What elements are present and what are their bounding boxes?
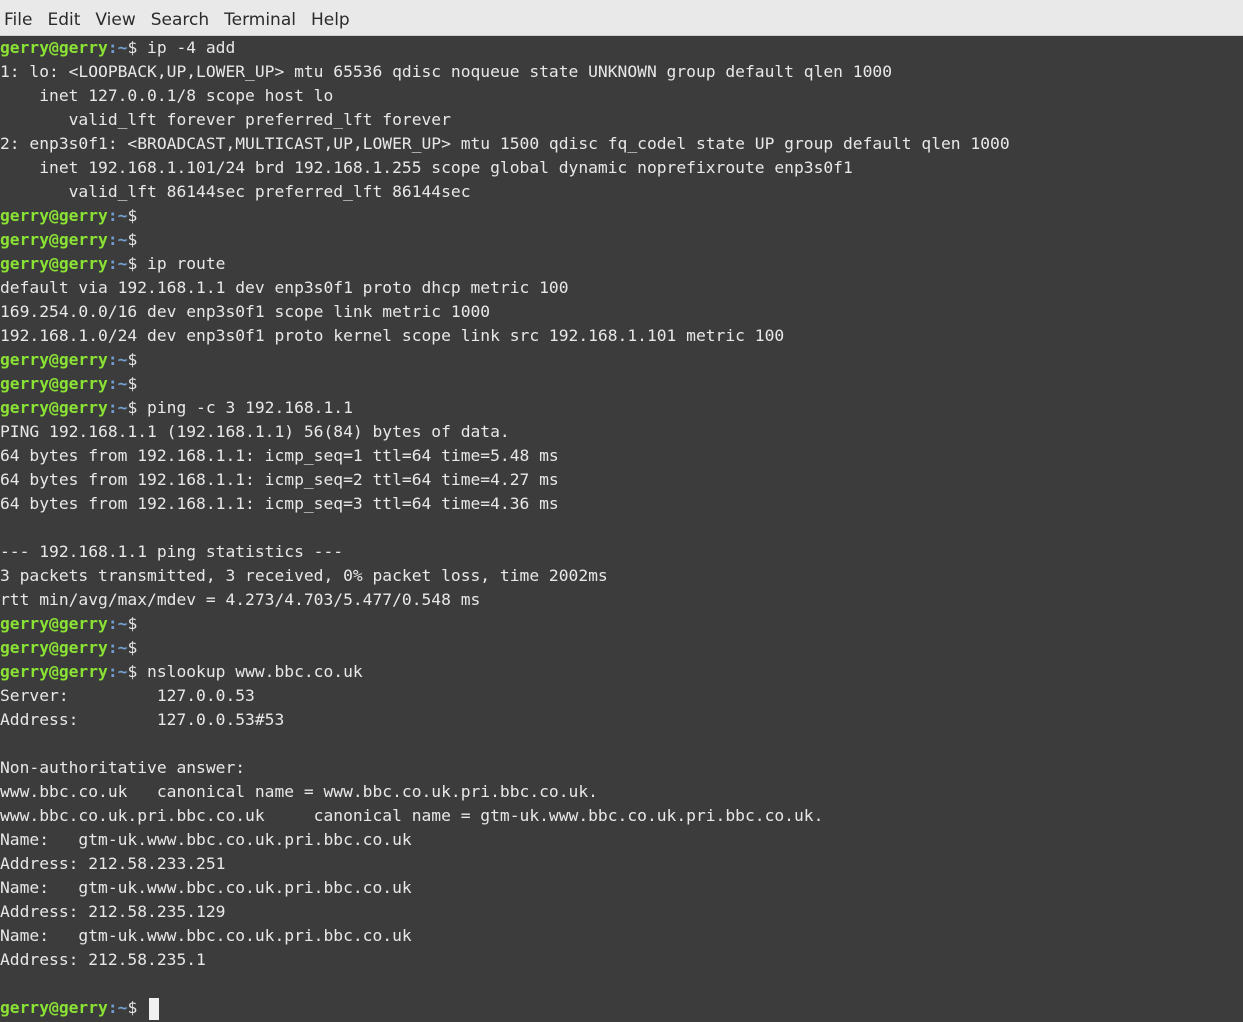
prompt-sign: $: [127, 374, 148, 393]
prompt-line: gerry@gerry:~$: [0, 228, 147, 252]
prompt-path: :~: [107, 614, 128, 633]
prompt-user-host: gerry@gerry: [0, 350, 108, 369]
output-line: www.bbc.co.uk.pri.bbc.co.uk canonical na…: [0, 806, 824, 825]
prompt-path: :~: [107, 350, 128, 369]
prompt-path: :~: [107, 254, 128, 273]
output-line: Address: 212.58.235.1: [0, 950, 206, 969]
output-line: PING 192.168.1.1 (192.168.1.1) 56(84) by…: [0, 422, 510, 441]
prompt-path: :~: [107, 230, 128, 249]
prompt-path: :~: [107, 206, 128, 225]
output-line: 3 packets transmitted, 3 received, 0% pa…: [0, 566, 608, 585]
prompt-user-host: gerry@gerry: [0, 662, 108, 681]
output-line: 169.254.0.0/16 dev enp3s0f1 scope link m…: [0, 302, 491, 321]
output-line: 64 bytes from 192.168.1.1: icmp_seq=3 tt…: [0, 494, 559, 513]
menu-bar: File Edit View Search Terminal Help: [0, 0, 1243, 36]
output-line: 2: enp3s0f1: <BROADCAST,MULTICAST,UP,LOW…: [0, 134, 1010, 153]
prompt-line: gerry@gerry:~$ ip route: [0, 252, 225, 276]
prompt-sign: $: [127, 350, 148, 369]
prompt-user-host: gerry@gerry: [0, 206, 108, 225]
prompt-user-host: gerry@gerry: [0, 998, 108, 1017]
command-text: nslookup www.bbc.co.uk: [147, 662, 363, 681]
output-line: 64 bytes from 192.168.1.1: icmp_seq=1 tt…: [0, 446, 559, 465]
prompt-line: gerry@gerry:~$ nslookup www.bbc.co.uk: [0, 660, 363, 684]
prompt-user-host: gerry@gerry: [0, 638, 108, 657]
prompt-user-host: gerry@gerry: [0, 230, 108, 249]
output-line: --- 192.168.1.1 ping statistics ---: [0, 542, 344, 561]
output-line: rtt min/avg/max/mdev = 4.273/4.703/5.477…: [0, 590, 481, 609]
prompt-line: gerry@gerry:~$: [0, 348, 147, 372]
prompt-path: :~: [107, 638, 128, 657]
output-line: valid_lft forever preferred_lft forever: [0, 110, 451, 129]
output-line: default via 192.168.1.1 dev enp3s0f1 pro…: [0, 278, 569, 297]
output-line: inet 192.168.1.101/24 brd 192.168.1.255 …: [0, 158, 853, 177]
output-line: Server: 127.0.0.53: [0, 686, 255, 705]
command-text: ip route: [147, 254, 226, 273]
output-line: Name: gtm-uk.www.bbc.co.uk.pri.bbc.co.uk: [0, 926, 412, 945]
output-line: Address: 127.0.0.53#53: [0, 710, 285, 729]
menu-search[interactable]: Search: [151, 10, 209, 30]
menu-terminal[interactable]: Terminal: [224, 10, 296, 30]
prompt-sign: $: [127, 230, 148, 249]
prompt-path: :~: [107, 374, 128, 393]
prompt-user-host: gerry@gerry: [0, 374, 108, 393]
prompt-line: gerry@gerry:~$: [0, 636, 147, 660]
output-line: Address: 212.58.235.129: [0, 902, 226, 921]
prompt-user-host: gerry@gerry: [0, 398, 108, 417]
prompt-sign: $: [127, 206, 148, 225]
menu-help[interactable]: Help: [311, 10, 350, 30]
prompt-sign: $: [127, 998, 148, 1017]
prompt-line: gerry@gerry:~$: [0, 996, 160, 1020]
prompt-sign: $: [127, 398, 148, 417]
prompt-line: gerry@gerry:~$: [0, 204, 147, 228]
prompt-path: :~: [107, 662, 128, 681]
output-line: Non-authoritative answer:: [0, 758, 246, 777]
menu-file[interactable]: File: [4, 10, 32, 30]
prompt-line: gerry@gerry:~$: [0, 372, 147, 396]
prompt-sign: $: [127, 38, 148, 57]
prompt-line: gerry@gerry:~$ ip -4 add: [0, 36, 235, 60]
output-line: 192.168.1.0/24 dev enp3s0f1 proto kernel…: [0, 326, 785, 345]
terminal-output[interactable]: gerry@gerry:~$ ip -4 add 1: lo: <LOOPBACK…: [0, 36, 1243, 1022]
prompt-sign: $: [127, 662, 148, 681]
output-line: Address: 212.58.233.251: [0, 854, 226, 873]
prompt-path: :~: [107, 398, 128, 417]
prompt-user-host: gerry@gerry: [0, 254, 108, 273]
command-text: ping -c 3 192.168.1.1: [147, 398, 353, 417]
prompt-sign: $: [127, 254, 148, 273]
output-line: Name: gtm-uk.www.bbc.co.uk.pri.bbc.co.uk: [0, 878, 412, 897]
output-line: Name: gtm-uk.www.bbc.co.uk.pri.bbc.co.uk: [0, 830, 412, 849]
prompt-line: gerry@gerry:~$ ping -c 3 192.168.1.1: [0, 396, 353, 420]
menu-edit[interactable]: Edit: [47, 10, 80, 30]
command-text: ip -4 add: [147, 38, 236, 57]
text-cursor[interactable]: [149, 997, 160, 1020]
prompt-path: :~: [107, 998, 128, 1017]
output-line: www.bbc.co.uk canonical name = www.bbc.c…: [0, 782, 598, 801]
menu-view[interactable]: View: [95, 10, 135, 30]
output-line: inet 127.0.0.1/8 scope host lo: [0, 86, 334, 105]
output-line: 64 bytes from 192.168.1.1: icmp_seq=2 tt…: [0, 470, 559, 489]
prompt-line: gerry@gerry:~$: [0, 612, 147, 636]
prompt-sign: $: [127, 638, 148, 657]
output-line: 1: lo: <LOOPBACK,UP,LOWER_UP> mtu 65536 …: [0, 62, 892, 81]
output-line: valid_lft 86144sec preferred_lft 86144se…: [0, 182, 471, 201]
prompt-path: :~: [107, 38, 128, 57]
prompt-user-host: gerry@gerry: [0, 614, 108, 633]
prompt-user-host: gerry@gerry: [0, 38, 108, 57]
prompt-sign: $: [127, 614, 148, 633]
